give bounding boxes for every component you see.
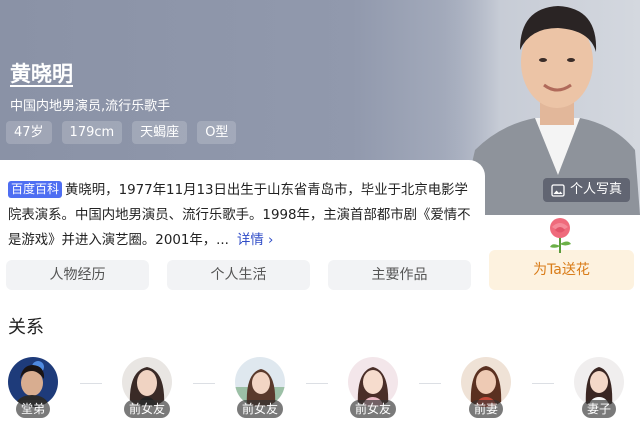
relation-label: 妻子 bbox=[581, 400, 616, 418]
person-name[interactable]: 黄晓明 bbox=[10, 58, 73, 88]
relations-list: 堂弟 前女友 前女友 前女友 前妻 妻子 bbox=[0, 352, 640, 425]
relation-label: 前妻 bbox=[468, 400, 503, 418]
details-label: 详情 bbox=[236, 233, 264, 248]
relations-title: 关系 bbox=[8, 317, 44, 338]
relation-item[interactable]: 前女友 bbox=[116, 352, 178, 425]
attribute-tags: 47岁 179cm 天蝎座 O型 bbox=[6, 121, 237, 144]
age-tag: 47岁 bbox=[6, 121, 52, 144]
personal-photos-button[interactable]: 个人写真 bbox=[543, 178, 631, 202]
baike-badge: 百度百科 bbox=[8, 181, 63, 198]
tab-biography[interactable]: 人物经历 bbox=[6, 260, 149, 290]
height-tag: 179cm bbox=[61, 121, 123, 144]
send-flower-button[interactable]: 为Ta送花 bbox=[489, 250, 634, 290]
relation-label: 前女友 bbox=[123, 400, 170, 418]
relation-item[interactable]: 前女友 bbox=[342, 352, 404, 425]
relation-connector bbox=[193, 383, 215, 384]
relation-connector bbox=[532, 383, 554, 384]
relation-label: 前女友 bbox=[349, 400, 396, 418]
relation-item[interactable]: 前妻 bbox=[455, 352, 517, 425]
relation-connector bbox=[306, 383, 328, 384]
image-icon bbox=[551, 183, 565, 197]
relation-label: 堂弟 bbox=[15, 400, 50, 418]
relation-item[interactable]: 前女友 bbox=[229, 352, 291, 425]
send-flower-label: 为Ta送花 bbox=[533, 262, 590, 278]
tab-main-works[interactable]: 主要作品 bbox=[328, 260, 471, 290]
relation-connector bbox=[419, 383, 441, 384]
relation-label: 前女友 bbox=[236, 400, 283, 418]
relation-item[interactable]: 堂弟 bbox=[2, 352, 64, 425]
tab-personal-life[interactable]: 个人生活 bbox=[167, 260, 310, 290]
blood-type-tag: O型 bbox=[197, 121, 237, 144]
details-link[interactable]: 详情 › bbox=[237, 233, 273, 248]
chevron-right-icon: › bbox=[267, 233, 274, 248]
profile-tabs: 人物经历 个人生活 主要作品 bbox=[6, 260, 471, 290]
relation-item[interactable]: 妻子 bbox=[568, 352, 630, 425]
zodiac-tag: 天蝎座 bbox=[132, 121, 188, 144]
personal-photos-label: 个人写真 bbox=[570, 182, 623, 197]
relation-connector bbox=[80, 383, 102, 384]
person-subtitle: 中国内地男演员,流行乐歌手 bbox=[10, 99, 171, 114]
intro-text-block: 百度百科 黄晓明，1977年11月13日出生于山东省青岛市，毕业于北京电影学院表演… bbox=[8, 178, 478, 253]
rose-icon bbox=[550, 218, 571, 253]
